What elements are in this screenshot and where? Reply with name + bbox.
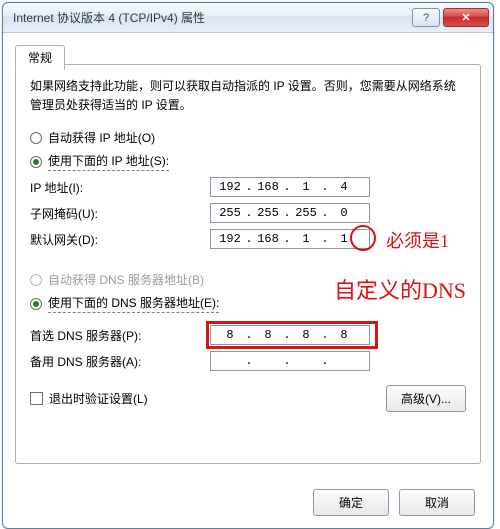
dialog-window: Internet 协议版本 4 (TCP/IPv4) 属性 ? ✕ 常规 如果网… <box>2 2 494 529</box>
intro-text: 如果网络支持此功能，则可以获取自动指派的 IP 设置。否则，您需要从网络系统管理… <box>30 77 466 115</box>
titlebar[interactable]: Internet 协议版本 4 (TCP/IPv4) 属性 ? ✕ <box>3 3 493 33</box>
client-area: 常规 如果网络支持此功能，则可以获取自动指派的 IP 设置。否则，您需要从网络系… <box>3 33 493 477</box>
close-button[interactable]: ✕ <box>443 8 489 27</box>
radio-dns-manual[interactable] <box>30 298 42 310</box>
tabstrip: 常规 <box>15 41 481 65</box>
ok-button[interactable]: 确定 <box>313 489 389 516</box>
close-icon: ✕ <box>461 11 470 24</box>
advanced-button[interactable]: 高级(V)... <box>386 385 466 412</box>
dns-group: 自动获得 DNS 服务器地址(B) 使用下面的 DNS 服务器地址(E): 自定… <box>30 271 466 371</box>
label-validate-on-exit: 退出时验证设置(L) <box>49 390 148 407</box>
radio-ip-manual[interactable] <box>30 156 42 168</box>
input-dns-alternate[interactable]: . . . <box>210 351 370 371</box>
dialog-footer: 确定 取消 <box>3 477 493 528</box>
ip-group: 自动获得 IP 地址(O) 使用下面的 IP 地址(S): IP 地址(I): … <box>30 129 466 261</box>
tab-panel-general: 如果网络支持此功能，则可以获取自动指派的 IP 设置。否则，您需要从网络系统管理… <box>15 64 481 464</box>
label-ip-auto: 自动获得 IP 地址(O) <box>48 129 155 146</box>
tab-general[interactable]: 常规 <box>15 45 65 70</box>
checkbox-validate-on-exit[interactable] <box>30 392 43 405</box>
label-dns-manual: 使用下面的 DNS 服务器地址(E): <box>48 294 219 313</box>
label-gateway: 默认网关(D): <box>30 231 210 248</box>
radio-ip-auto[interactable] <box>30 132 42 144</box>
input-gateway[interactable]: 192. 168. 1. 1 <box>210 229 370 249</box>
label-dns-alternate: 备用 DNS 服务器(A): <box>30 353 210 370</box>
help-button[interactable]: ? <box>412 8 440 27</box>
label-ip-address: IP 地址(I): <box>30 179 210 196</box>
radio-dns-auto <box>30 274 42 286</box>
input-ip-address[interactable]: 192. 168. 1. 4 <box>210 177 370 197</box>
input-subnet-mask[interactable]: 255. 255. 255. 0 <box>210 203 370 223</box>
window-title: Internet 协议版本 4 (TCP/IPv4) 属性 <box>13 9 409 26</box>
label-dns-preferred: 首选 DNS 服务器(P): <box>30 327 210 344</box>
label-subnet-mask: 子网掩码(U): <box>30 205 210 222</box>
input-dns-preferred[interactable]: 8. 8. 8. 8 <box>210 325 370 345</box>
cancel-button[interactable]: 取消 <box>399 489 475 516</box>
annotation-must-be-1: 必须是1 <box>386 227 449 253</box>
annotation-custom-dns: 自定义的DNS <box>334 273 466 305</box>
label-ip-manual: 使用下面的 IP 地址(S): <box>48 152 169 171</box>
label-dns-auto: 自动获得 DNS 服务器地址(B) <box>48 271 204 288</box>
